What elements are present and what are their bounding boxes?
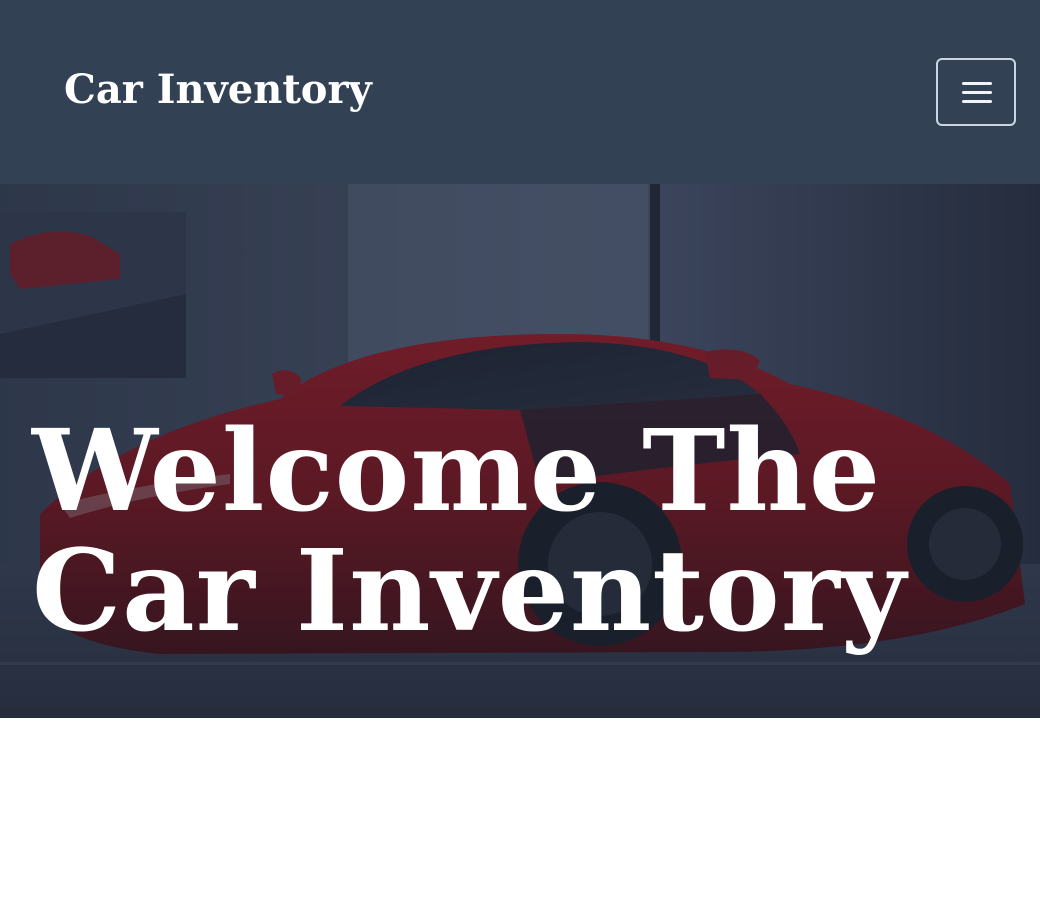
- hamburger-icon: [962, 81, 992, 105]
- menu-toggle-button[interactable]: [936, 58, 1016, 126]
- main-content: [0, 718, 1040, 902]
- navbar: Car Inventory: [0, 0, 1040, 184]
- hero-banner: Welcome The Car Inventory: [0, 184, 1040, 718]
- brand-logo-text[interactable]: Car Inventory: [64, 62, 372, 118]
- hero-title: Welcome The Car Inventory: [32, 406, 907, 657]
